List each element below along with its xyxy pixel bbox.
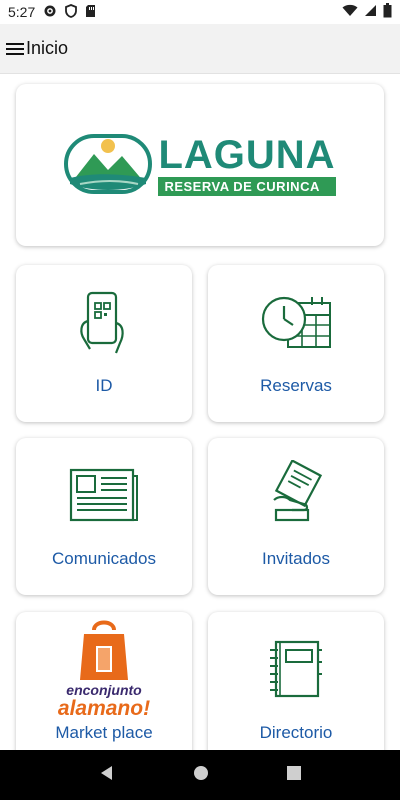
logo-card: LAGUNA RESERVA DE CURINCA xyxy=(16,84,384,246)
home-content: LAGUNA RESERVA DE CURINCA ID Reservas Co… xyxy=(0,74,400,750)
tile-label-comunicados: Comunicados xyxy=(52,549,156,568)
recents-icon[interactable] xyxy=(286,765,302,786)
wifi-icon xyxy=(342,4,358,20)
tile-invitados[interactable]: Invitados xyxy=(208,438,384,595)
shield-icon xyxy=(65,3,78,21)
tile-id[interactable]: ID xyxy=(16,265,192,422)
status-bar: 5:27 xyxy=(0,0,400,24)
tile-directorio[interactable]: Directorio xyxy=(208,612,384,750)
sd-card-icon xyxy=(85,4,96,21)
home-icon[interactable] xyxy=(192,764,210,787)
tile-label-market-place: Market place xyxy=(55,723,153,742)
tile-label-reservas: Reservas xyxy=(260,376,332,395)
tile-label-directorio: Directorio xyxy=(259,723,333,742)
tile-comunicados[interactable]: Comunicados xyxy=(16,438,192,595)
signal-icon xyxy=(364,4,377,20)
battery-icon xyxy=(383,3,392,21)
tile-market-place[interactable]: enconjunto alamano! Market place xyxy=(16,612,192,750)
notebook-icon xyxy=(270,640,322,698)
newspaper-icon xyxy=(69,468,138,522)
system-nav-bar xyxy=(0,750,400,800)
ticket-hand-icon xyxy=(273,460,323,522)
hamburger-menu-icon[interactable] xyxy=(4,38,26,60)
app-bar: Inicio xyxy=(0,24,400,74)
enconjunto-bag-logo: enconjunto alamano! xyxy=(16,618,192,722)
back-icon[interactable] xyxy=(98,764,116,787)
laguna-mountain-icon xyxy=(64,134,153,194)
logo-title: LAGUNA xyxy=(158,132,336,177)
brand-text-top: enconjunto xyxy=(66,682,142,698)
tile-label-id: ID xyxy=(95,376,113,395)
phone-qr-icon xyxy=(80,291,124,354)
laguna-logo: LAGUNA RESERVA DE CURINCA xyxy=(64,132,336,196)
shopping-bag-icon xyxy=(80,620,128,680)
clock-calendar-icon xyxy=(261,296,331,348)
brand-text-bottom: alamano! xyxy=(57,697,151,720)
status-time: 5:27 xyxy=(8,4,36,20)
logo-subtitle: RESERVA DE CURINCA xyxy=(158,176,336,196)
tile-reservas[interactable]: Reservas xyxy=(208,265,384,422)
settings-gear-icon xyxy=(43,4,57,21)
tile-label-invitados: Invitados xyxy=(261,549,331,568)
page-title: Inicio xyxy=(26,38,69,58)
